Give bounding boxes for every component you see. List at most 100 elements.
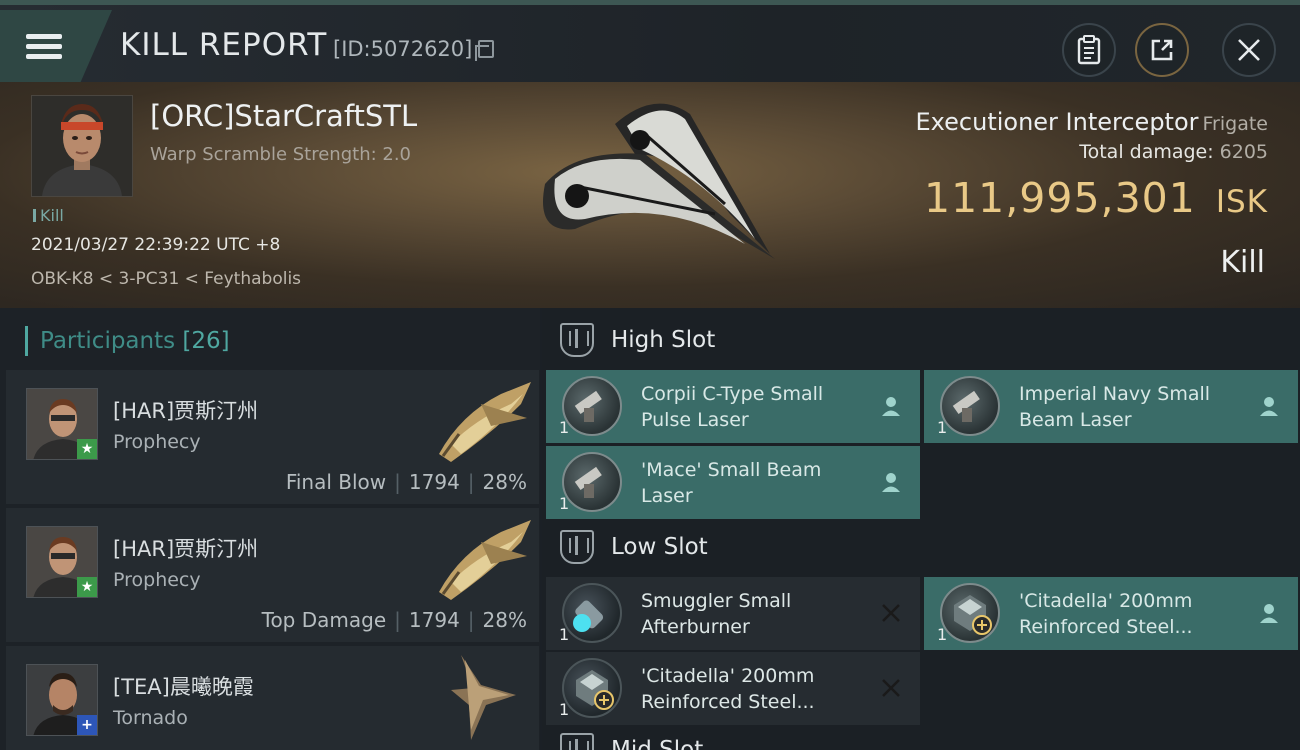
total-damage-value: 6205 (1219, 141, 1268, 163)
destroyed-x-icon (882, 679, 900, 697)
avatar: + (26, 664, 98, 736)
header-bar: KILL REPORT [ID:5072620] (0, 0, 1300, 82)
module-quantity: 1 (559, 418, 570, 437)
participant-ship: Tornado (113, 707, 188, 729)
beam-laser-icon (562, 452, 622, 512)
share-button[interactable] (1135, 23, 1189, 77)
participant-name: [TEA]晨曦晚霞 (113, 675, 254, 699)
total-damage: Total damage: 6205 (1079, 141, 1268, 163)
participant-ship: Prophecy (113, 431, 201, 453)
fitting-panel: High Slot 1 Corpii C-Type Small Pulse La… (542, 308, 1300, 750)
high-slot-header: High Slot (560, 323, 715, 357)
module-quantity: 1 (559, 494, 570, 513)
module-name: 'Citadella' 200mm Reinforced Steel... (1019, 590, 1193, 638)
pilot-portrait-image (32, 96, 132, 196)
mid-slot-header: Mid Slot (560, 733, 703, 750)
participant-name: [HAR]贾斯汀州 (113, 537, 259, 561)
clipboard-button[interactable] (1062, 23, 1116, 77)
participants-label: Participants (40, 328, 176, 354)
module-item[interactable]: 1 'Citadella' 200mm Reinforced Steel... (924, 577, 1298, 650)
kill-tag-bar (33, 209, 36, 222)
participant-row[interactable]: + [TEA]晨曦晚霞 Tornado (6, 646, 539, 750)
victim-portrait[interactable] (31, 95, 133, 197)
participant-damage: 1794 (408, 470, 460, 494)
module-item[interactable]: 1 'Citadella' 200mm Reinforced Steel... (546, 652, 920, 725)
destroyed-x-icon (882, 604, 900, 622)
victim-ship-class: Frigate (1202, 113, 1268, 135)
avatar: ★ (26, 388, 98, 460)
participant-percent: 28% (482, 608, 527, 632)
participants-header: Participants [26] (25, 326, 230, 356)
star-icon: ★ (77, 577, 97, 597)
participant-row[interactable]: ★ [HAR]贾斯汀州 Prophecy Top Damage | 1794 | 28% (6, 508, 539, 642)
pulse-laser-icon (562, 376, 622, 436)
reinforced-steel-plates-icon (562, 658, 622, 718)
warp-scramble-strength: Warp Scramble Strength: 2.0 (150, 144, 412, 165)
high-slot-label: High Slot (611, 327, 716, 353)
module-name: 'Citadella' 200mm Reinforced Steel... (641, 665, 815, 713)
copy-icon[interactable] (475, 40, 495, 61)
participant-stats: Final Blow | 1794 | 28% (285, 470, 527, 494)
kill-location[interactable]: OBK-K8 < 3-PC31 < Feythabolis (31, 269, 301, 289)
module-name: Imperial Navy Small Beam Laser (1019, 383, 1211, 431)
star-icon: ★ (77, 439, 97, 459)
menu-button[interactable] (0, 10, 112, 82)
low-slot-label: Low Slot (611, 534, 708, 560)
participant-stats: Top Damage | 1794 | 28% (261, 608, 527, 632)
clipboard-icon (1077, 35, 1101, 65)
module-name: Smuggler Small Afterburner (641, 590, 792, 638)
victim-banner: [ORC]StarCraftSTL Warp Scramble Strength… (0, 82, 1300, 308)
dropped-pilot-icon (882, 473, 900, 492)
isk-value: 111,995,301 ISK (924, 174, 1268, 222)
participant-role: Final Blow (285, 470, 387, 494)
dropped-pilot-icon (1260, 604, 1278, 623)
low-slot-icon (560, 530, 594, 564)
kill-id-text: [ID:5072620] (333, 37, 473, 61)
victim-name[interactable]: [ORC]StarCraftSTL (150, 99, 417, 133)
kill-timestamp: 2021/03/27 22:39:22 UTC +8 (31, 235, 281, 255)
module-name: Corpii C-Type Small Pulse Laser (641, 383, 824, 431)
participant-ship: Prophecy (113, 569, 201, 591)
dropped-pilot-icon (1260, 397, 1278, 416)
tornado-ship-image (451, 655, 516, 740)
close-button[interactable] (1222, 23, 1276, 77)
module-quantity: 1 (559, 625, 570, 644)
kill-result: Kill (1220, 245, 1265, 280)
mid-slot-label: Mid Slot (611, 737, 704, 750)
reinforced-steel-plates-icon (940, 583, 1000, 643)
beam-laser-icon (940, 376, 1000, 436)
page-title: KILL REPORT (120, 27, 328, 63)
total-damage-label: Total damage: (1079, 141, 1214, 163)
module-item[interactable]: 1 'Mace' Small Beam Laser (546, 446, 920, 519)
kill-id[interactable]: [ID:5072620] (333, 37, 495, 61)
module-item[interactable]: 1 Smuggler Small Afterburner (546, 577, 920, 650)
prophecy-ship-image (439, 520, 531, 600)
prophecy-ship-image (439, 382, 531, 462)
isk-unit: ISK (1215, 184, 1268, 220)
share-icon (1151, 39, 1173, 61)
participant-damage: 1794 (408, 608, 460, 632)
module-quantity: 1 (937, 625, 948, 644)
victim-ship[interactable]: Executioner Interceptor Frigate (916, 108, 1268, 136)
module-name: 'Mace' Small Beam Laser (641, 459, 822, 507)
victim-ship-name: Executioner Interceptor (915, 108, 1199, 136)
avatar: ★ (26, 526, 98, 598)
participant-row[interactable]: ★ [HAR]贾斯汀州 Prophecy Final Blow | 1794 | 28% (6, 370, 539, 504)
participants-panel: Participants [26] ★ [HAR]贾斯汀州 Prophecy F… (0, 308, 540, 750)
close-icon (1238, 39, 1260, 61)
participant-percent: 28% (482, 470, 527, 494)
kill-tag: Kill (33, 206, 64, 225)
hamburger-icon (26, 29, 62, 64)
participant-role: Top Damage (261, 608, 387, 632)
afterburner-icon (562, 583, 622, 643)
plus-icon: + (77, 715, 97, 735)
module-quantity: 1 (937, 418, 948, 437)
module-item[interactable]: 1 Corpii C-Type Small Pulse Laser (546, 370, 920, 443)
participants-count: [26] (182, 328, 230, 354)
module-item[interactable]: 1 Imperial Navy Small Beam Laser (924, 370, 1298, 443)
low-slot-header: Low Slot (560, 530, 708, 564)
kill-tag-text: Kill (40, 206, 64, 225)
isk-amount: 111,995,301 (924, 174, 1196, 222)
module-quantity: 1 (559, 700, 570, 719)
victim-ship-image (543, 103, 775, 259)
